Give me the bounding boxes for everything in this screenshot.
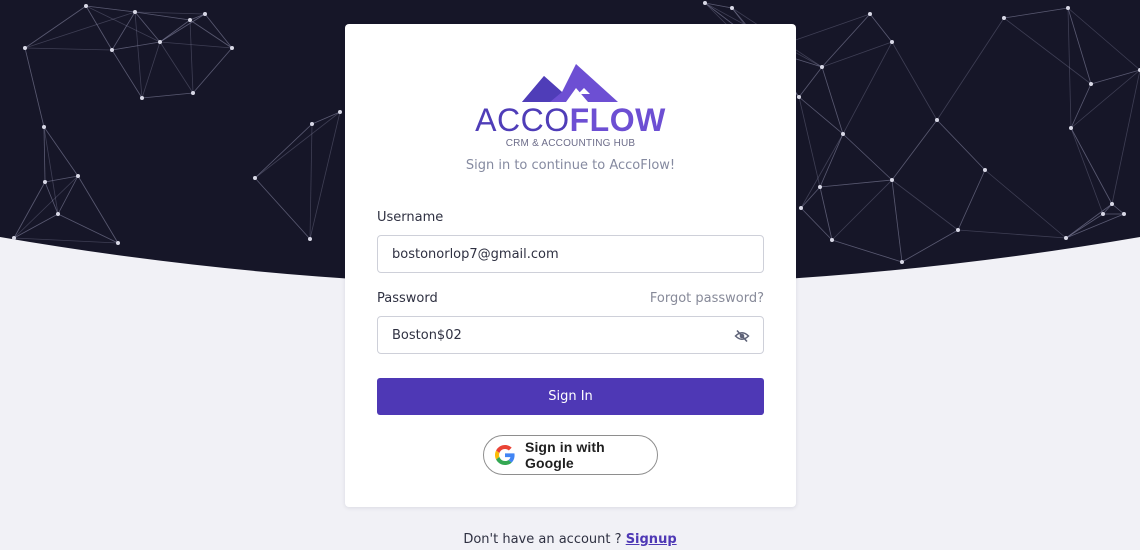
network-node bbox=[841, 132, 845, 136]
network-node bbox=[1110, 202, 1114, 206]
network-node bbox=[110, 48, 114, 52]
sign-in-button[interactable]: Sign In bbox=[377, 378, 764, 415]
network-node bbox=[956, 228, 960, 232]
brand-tagline: CRM & ACCOUNTING HUB bbox=[505, 138, 636, 149]
network-node bbox=[983, 168, 987, 172]
network-node bbox=[1002, 16, 1006, 20]
mountain-logo-icon bbox=[522, 64, 618, 102]
forgot-password-link[interactable]: Forgot password? bbox=[650, 291, 764, 307]
network-node bbox=[797, 95, 801, 99]
network-node bbox=[76, 174, 80, 178]
network-node bbox=[133, 10, 137, 14]
network-node bbox=[203, 12, 207, 16]
network-node bbox=[900, 260, 904, 264]
password-input[interactable] bbox=[377, 316, 764, 354]
network-node bbox=[1089, 82, 1093, 86]
brand-name: ACCOFLOW bbox=[345, 102, 796, 138]
network-node bbox=[191, 91, 195, 95]
network-node bbox=[42, 125, 46, 129]
username-input[interactable] bbox=[377, 235, 764, 273]
network-node bbox=[23, 46, 27, 50]
network-node bbox=[253, 176, 257, 180]
network-node bbox=[818, 185, 822, 189]
network-node bbox=[84, 4, 88, 8]
network-node bbox=[116, 241, 120, 245]
network-node bbox=[1064, 236, 1068, 240]
signup-prompt-text: Don't have an account ? bbox=[463, 532, 622, 547]
google-g-icon bbox=[495, 445, 515, 465]
network-node bbox=[935, 118, 939, 122]
network-node bbox=[140, 96, 144, 100]
network-node bbox=[1069, 126, 1073, 130]
network-node bbox=[890, 178, 894, 182]
signin-subtitle: Sign in to continue to AccoFlow! bbox=[465, 158, 676, 173]
network-node bbox=[56, 212, 60, 216]
network-node bbox=[799, 206, 803, 210]
network-node bbox=[830, 238, 834, 242]
password-label: Password bbox=[377, 291, 438, 306]
network-node bbox=[1101, 212, 1105, 216]
accoflow-logo: ACCOFLOW CRM & ACCOUNTING HUB bbox=[345, 60, 796, 155]
network-node bbox=[310, 122, 314, 126]
network-node bbox=[158, 40, 162, 44]
google-sign-in-button[interactable]: Sign in with Google bbox=[483, 435, 658, 475]
username-label: Username bbox=[377, 210, 444, 225]
network-node bbox=[703, 1, 707, 5]
eye-off-icon[interactable] bbox=[734, 328, 750, 344]
network-node bbox=[12, 236, 16, 240]
network-node bbox=[1066, 6, 1070, 10]
network-node bbox=[43, 180, 47, 184]
brand-name-part2: FLOW bbox=[569, 102, 666, 138]
network-node bbox=[820, 65, 824, 69]
network-node bbox=[338, 110, 342, 114]
network-node bbox=[308, 237, 312, 241]
brand-name-part1: ACCO bbox=[475, 102, 570, 138]
network-node bbox=[890, 40, 894, 44]
signup-link[interactable]: Signup bbox=[626, 532, 677, 547]
signup-prompt: Don't have an account ? Signup bbox=[0, 532, 1140, 548]
google-sign-in-label: Sign in with Google bbox=[525, 439, 605, 471]
network-node bbox=[230, 46, 234, 50]
login-card: ACCOFLOW CRM & ACCOUNTING HUB Sign in to… bbox=[345, 24, 796, 507]
network-node bbox=[868, 12, 872, 16]
network-node bbox=[1122, 212, 1126, 216]
network-node bbox=[188, 18, 192, 22]
network-node bbox=[730, 6, 734, 10]
